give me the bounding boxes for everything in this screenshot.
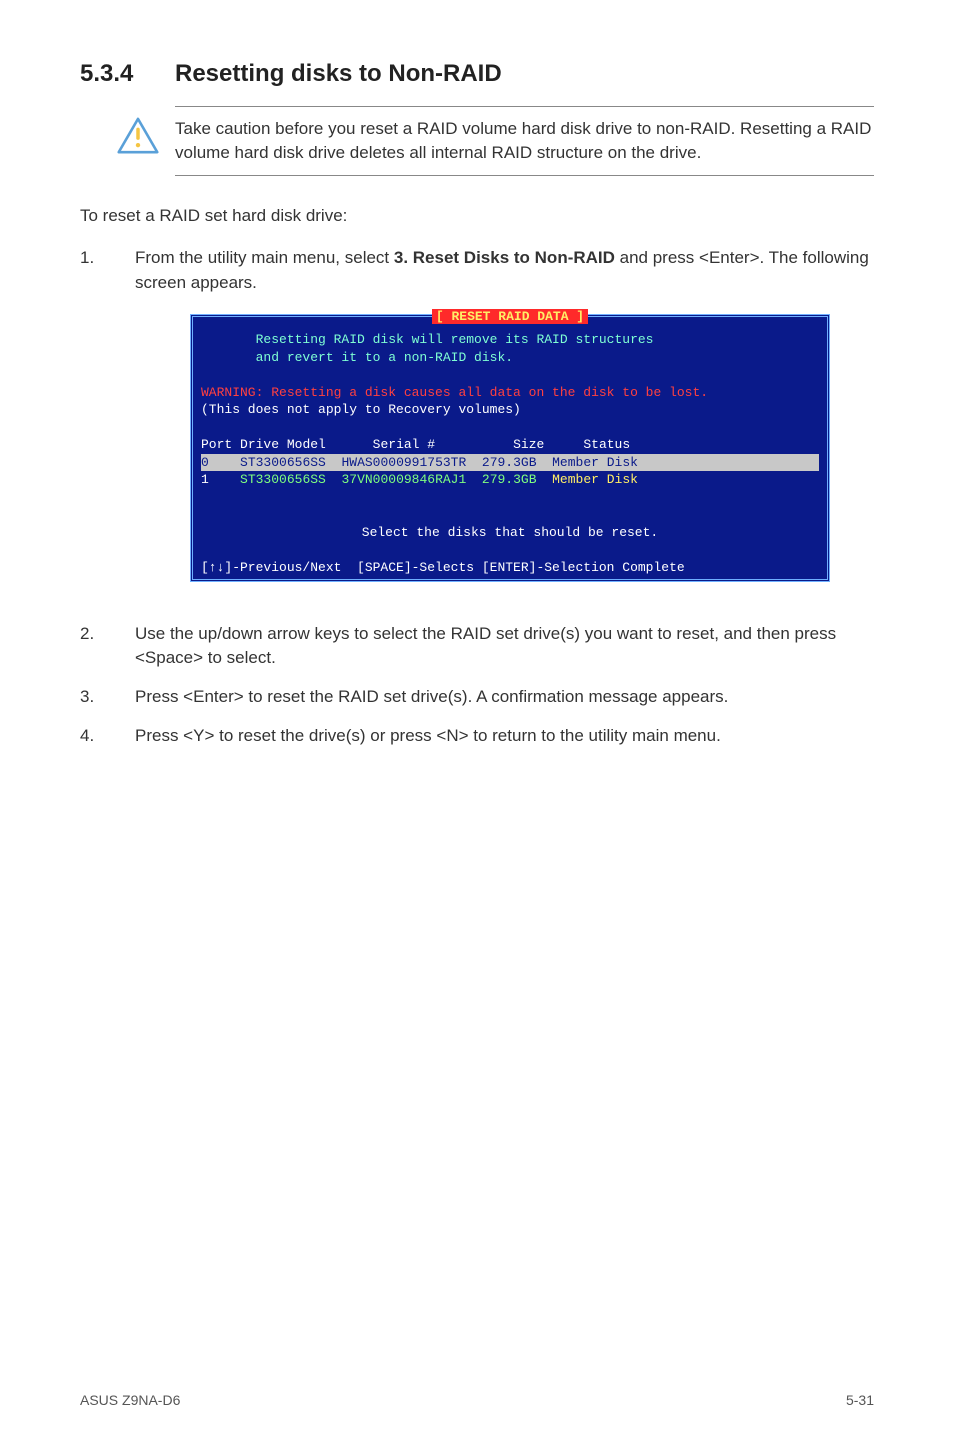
terminal-warning: WARNING: Resetting a disk causes all dat… xyxy=(201,384,819,402)
step-2: Use the up/down arrow keys to select the… xyxy=(80,622,874,671)
terminal-row-0: 0 ST3300656SS HWAS0000991753TR 279.3GB M… xyxy=(201,454,819,472)
step1-pre: From the utility main menu, select xyxy=(135,248,394,267)
step-4: Press <Y> to reset the drive(s) or press… xyxy=(80,724,874,749)
step-1: From the utility main menu, select 3. Re… xyxy=(80,246,874,607)
terminal-screenshot: [ RESET RAID DATA ] Resetting RAID disk … xyxy=(190,314,874,582)
caution-icon xyxy=(117,117,159,159)
caution-text: Take caution before you reset a RAID vol… xyxy=(175,117,874,165)
step-list: From the utility main menu, select 3. Re… xyxy=(80,246,874,762)
terminal-footer-help: [↑↓]-Previous/Next [SPACE]-Selects [ENTE… xyxy=(201,559,819,577)
step1-bold: 3. Reset Disks to Non-RAID xyxy=(394,248,615,267)
terminal-msg1: Resetting RAID disk will remove its RAID… xyxy=(256,332,654,347)
terminal-window: [ RESET RAID DATA ] Resetting RAID disk … xyxy=(190,314,830,582)
intro-text: To reset a RAID set hard disk drive: xyxy=(80,204,874,229)
footer-left: ASUS Z9NA-D6 xyxy=(80,1392,180,1408)
page-footer: ASUS Z9NA-D6 5-31 xyxy=(80,1372,874,1408)
section-title: Resetting disks to Non-RAID xyxy=(175,60,502,88)
section-number: 5.3.4 xyxy=(80,60,175,88)
caution-callout: Take caution before you reset a RAID vol… xyxy=(175,106,874,176)
section-heading: 5.3.4 Resetting disks to Non-RAID xyxy=(80,60,874,88)
terminal-row-1: 1 ST3300656SS 37VN00009846RAJ1 279.3GB M… xyxy=(201,471,819,489)
terminal-recovery: (This does not apply to Recovery volumes… xyxy=(201,401,819,419)
terminal-title: [ RESET RAID DATA ] xyxy=(432,309,588,324)
step-3: Press <Enter> to reset the RAID set driv… xyxy=(80,685,874,710)
footer-right: 5-31 xyxy=(846,1392,874,1408)
terminal-select-msg: Select the disks that should be reset. xyxy=(201,524,819,542)
terminal-col-header: Port Drive Model Serial # Size Status xyxy=(201,436,819,454)
terminal-msg2: and revert it to a non-RAID disk. xyxy=(256,350,513,365)
